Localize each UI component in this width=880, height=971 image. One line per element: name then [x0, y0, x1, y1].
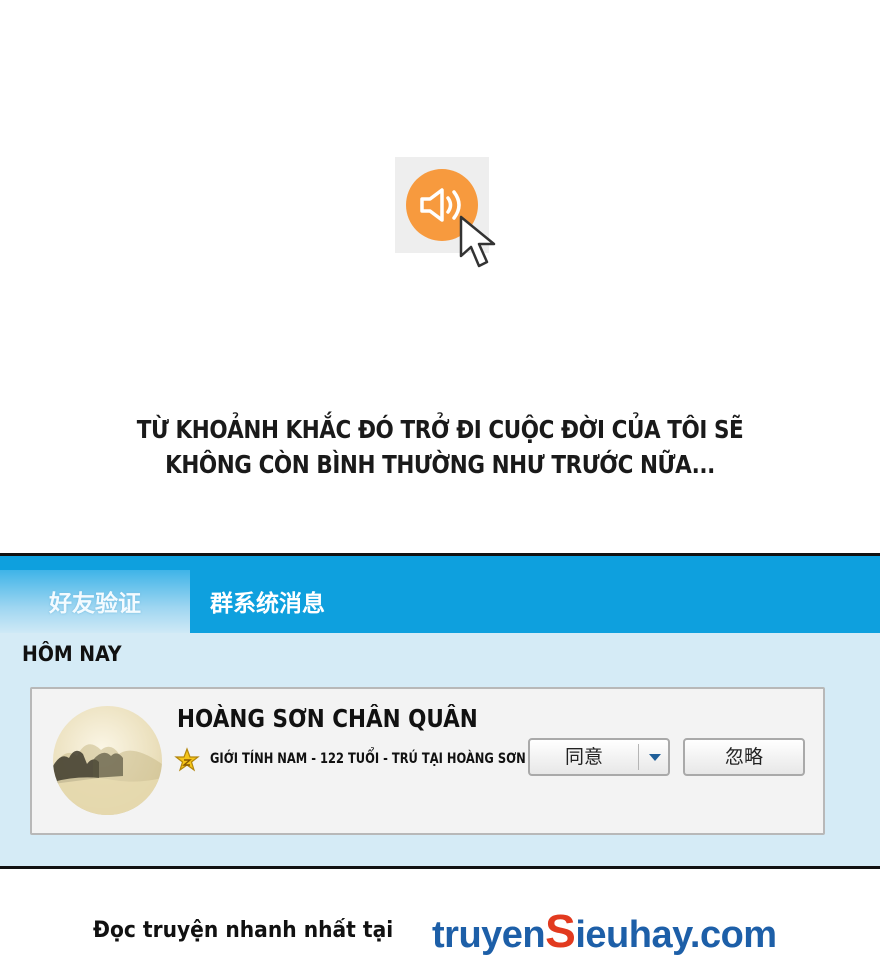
chevron-down-icon	[649, 754, 661, 761]
mountain-landscape-icon	[53, 744, 162, 815]
agree-label: 同意	[564, 746, 603, 768]
cursor-icon	[459, 215, 496, 268]
star-icon	[174, 747, 200, 772]
agree-button[interactable]: 同意	[528, 738, 670, 776]
button-divider	[638, 744, 639, 770]
footer-banner: Đọc truyện nhanh nhất tại truyenSieuhay.…	[0, 900, 880, 960]
tab-friend-verification[interactable]: 好友验证	[0, 570, 190, 633]
requester-info: GIỚI TÍNH NAM - 122 TUỔI - TRÚ TẠI HOÀNG…	[210, 751, 526, 767]
site-prefix: truyen	[432, 914, 546, 956]
site-suffix: ieuhay.com	[575, 914, 777, 956]
section-label-today: HÔM NAY	[22, 642, 122, 666]
footer-text: Đọc truyện nhanh nhất tại	[93, 918, 394, 943]
friend-request-panel: 好友验证 群系统消息 HÔM NAY HOÀNG SƠN CHÂN QUÂN G…	[0, 553, 880, 869]
site-link[interactable]: truyenSieuhay.com	[432, 904, 777, 958]
requester-name: HOÀNG SƠN CHÂN QUÂN	[177, 704, 478, 733]
tab-group-system-messages[interactable]: 群系统消息	[210, 570, 370, 633]
avatar	[53, 706, 162, 815]
ignore-button[interactable]: 忽略	[683, 738, 805, 776]
tab-bar: 好友验证 群系统消息	[0, 556, 880, 633]
agree-dropdown-button[interactable]	[644, 740, 666, 774]
caption-line-1: TỪ KHOẢNH KHẮC ĐÓ TRỞ ĐI CUỘC ĐỜI CỦA TÔ…	[136, 415, 744, 444]
friend-request-card: HOÀNG SƠN CHÂN QUÂN GIỚI TÍNH NAM - 122 …	[30, 687, 825, 835]
caption-line-2: KHÔNG CÒN BÌNH THƯỜNG NHƯ TRƯỚC NỮA...	[165, 450, 715, 479]
site-s: S	[545, 905, 576, 957]
